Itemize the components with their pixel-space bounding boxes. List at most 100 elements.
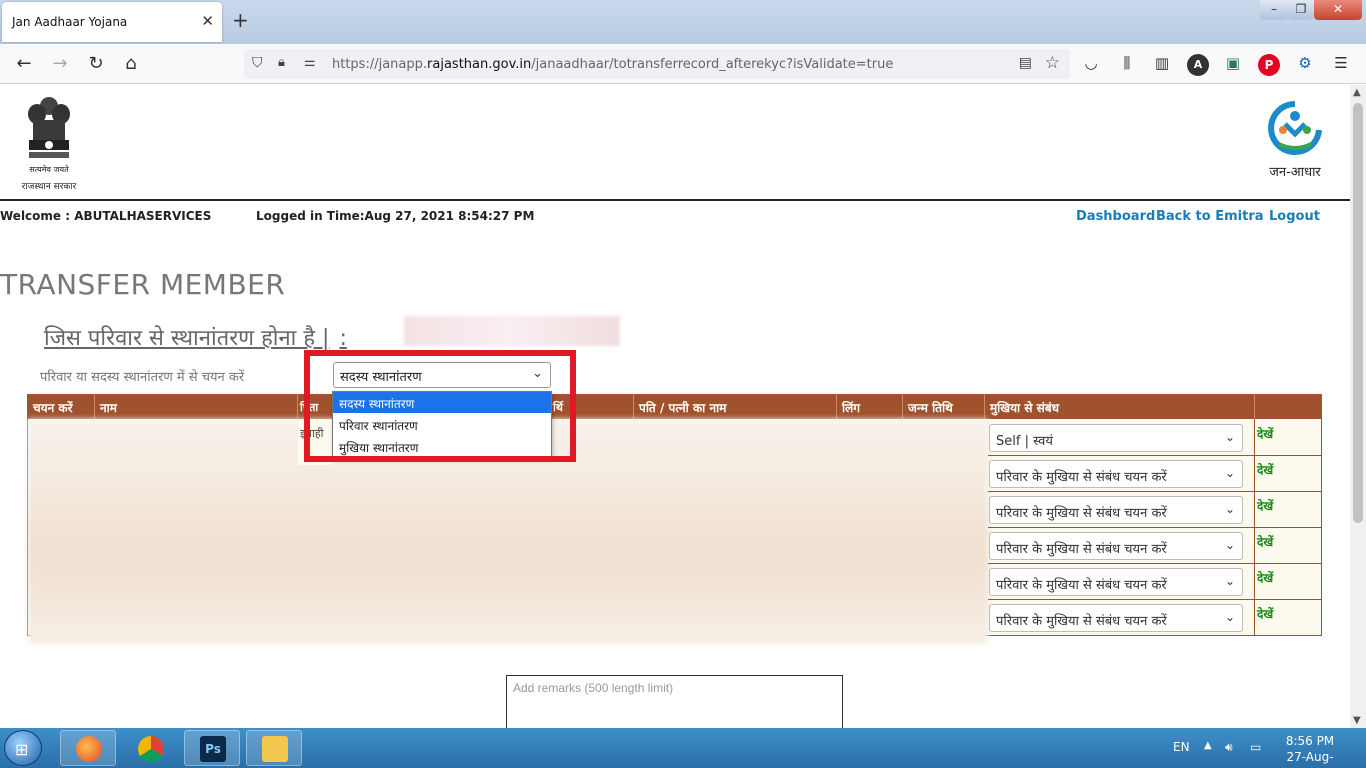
view-link-1[interactable]: देखें: [1257, 425, 1273, 442]
row-divider: [988, 563, 1322, 564]
close-window-icon[interactable]: ✕: [1314, 0, 1362, 20]
relation-select-6[interactable]: परिवार के मुखिया से संबंध चयन करें ⌄: [989, 604, 1243, 632]
browser-tab[interactable]: Jan Aadhaar Yojana ✕: [2, 2, 222, 42]
shield-icon[interactable]: ⛉: [252, 55, 263, 71]
col-spouse-name: पति / पत्नी का नाम: [639, 401, 727, 415]
view-link-6[interactable]: देखें: [1257, 605, 1273, 622]
clock-time: 8:56 PM: [1285, 734, 1335, 748]
view-link-3[interactable]: देखें: [1257, 497, 1273, 514]
account-icon[interactable]: A: [1187, 54, 1209, 76]
taskbar-file-explorer[interactable]: [246, 730, 302, 766]
view-link-5[interactable]: देखें: [1257, 569, 1273, 586]
volume-icon[interactable]: 🔊︎: [1225, 740, 1233, 755]
header-divider: [1254, 394, 1255, 419]
maximize-window-icon[interactable]: ❐: [1288, 0, 1314, 20]
reload-icon[interactable]: ↻: [84, 53, 108, 74]
pinterest-icon[interactable]: P: [1258, 54, 1280, 76]
reader-view-icon[interactable]: ▤: [1019, 55, 1032, 71]
header-divider: [984, 394, 985, 419]
page-scrollbar[interactable]: ▲ ▼: [1350, 85, 1366, 728]
clock-date: 27-Aug-21: [1286, 750, 1334, 768]
forward-icon[interactable]: →: [48, 53, 72, 74]
state-emblem: सत्यमेव जयते राजस्थान सरकार: [14, 92, 84, 197]
firefox-icon: [76, 736, 102, 762]
emblem-motto: सत्यमेव जयते: [29, 165, 69, 174]
close-tab-icon[interactable]: ✕: [201, 12, 214, 30]
permissions-icon[interactable]: ⚌: [304, 55, 316, 70]
row-divider: [988, 527, 1322, 528]
extension-2-icon[interactable]: ⚙: [1294, 54, 1316, 76]
jan-aadhaar-logo: जन-आधार: [1262, 100, 1328, 180]
network-icon[interactable]: ▭: [1250, 740, 1261, 754]
view-link-2[interactable]: देखें: [1257, 461, 1273, 478]
minimize-window-icon[interactable]: –: [1260, 0, 1288, 20]
header-divider: [633, 394, 634, 419]
menu-icon[interactable]: ☰: [1330, 54, 1352, 76]
scroll-up-icon[interactable]: ▲: [1353, 87, 1361, 98]
taskbar-clock[interactable]: 8:56 PM 27-Aug-21: [1280, 733, 1340, 768]
col-select: चयन करें: [33, 401, 73, 415]
language-indicator[interactable]: EN: [1173, 740, 1190, 754]
taskbar-chrome[interactable]: [122, 730, 178, 766]
emblem-government: राजस्थान सरकार: [21, 182, 77, 192]
col-gender: लिंग: [842, 401, 861, 415]
header-divider: [94, 394, 95, 419]
members-table-header: चयन करें नाम पति / पत्नी का नाम लिंग जन्…: [27, 394, 1322, 419]
chrome-icon: [138, 736, 164, 762]
address-bar[interactable]: ⛉ 🔒︎ ⚌ https://janapp.rajasthan.gov.in/j…: [244, 49, 1070, 79]
back-icon[interactable]: ←: [12, 53, 36, 74]
sidebar-icon[interactable]: ▥: [1151, 54, 1173, 76]
welcome-text: Welcome : ABUTALHASERVICES: [0, 209, 212, 223]
row-divider: [988, 599, 1322, 600]
row-divider: [988, 455, 1322, 456]
remarks-textarea[interactable]: Add remarks (500 length limit): [506, 675, 843, 729]
taskbar-photoshop[interactable]: Ps: [184, 730, 240, 766]
scroll-thumb[interactable]: [1353, 103, 1363, 523]
header-divider: [297, 394, 298, 419]
row-divider: [988, 491, 1322, 492]
chevron-down-icon: ⌄: [1224, 466, 1235, 480]
tray-expand-icon[interactable]: ▲: [1204, 740, 1212, 751]
folder-icon: [262, 736, 288, 762]
family-heading: जिस परिवार से स्थानांतरण होना है |:: [44, 326, 347, 351]
browser-navbar: ← → ↻ ⌂ ⛉ 🔒︎ ⚌ https://janapp.rajasthan.…: [0, 44, 1366, 84]
header-divider: [836, 394, 837, 419]
taskbar-firefox[interactable]: [60, 730, 116, 766]
chevron-down-icon: ⌄: [1224, 502, 1235, 516]
jan-aadhaar-logo-icon: [1268, 101, 1322, 155]
relation-select-2[interactable]: परिवार के मुखिया से संबंध चयन करें ⌄: [989, 460, 1243, 488]
relation-select-3[interactable]: परिवार के मुखिया से संबंध चयन करें ⌄: [989, 496, 1243, 524]
photoshop-icon: Ps: [200, 736, 226, 762]
transfer-type-label: परिवार या सदस्य स्थानांतरण में से चयन कर…: [40, 370, 245, 385]
browser-tabbar: Jan Aadhaar Yojana ✕ + – ❐ ✕: [0, 0, 1366, 44]
library-icon[interactable]: ⫼: [1116, 54, 1138, 76]
pocket-icon[interactable]: ◡: [1080, 54, 1102, 76]
header-divider: [0, 199, 1350, 201]
relation-select-1[interactable]: Self | स्वयं ⌄: [989, 424, 1243, 452]
windows-taskbar: ⊞ Ps: [0, 728, 1366, 768]
col-dob: जन्म तिथि: [908, 401, 953, 415]
windows-logo-icon: ⊞: [15, 740, 29, 759]
header-divider: [902, 394, 903, 419]
start-button[interactable]: ⊞: [4, 730, 42, 766]
page-title: TRANSFER MEMBER: [0, 268, 286, 301]
logo-text: जन-आधार: [1269, 165, 1321, 180]
back-to-emitra-link[interactable]: Back to Emitra: [1156, 209, 1264, 224]
home-icon[interactable]: ⌂: [119, 53, 143, 74]
chevron-down-icon: ⌄: [1224, 538, 1235, 552]
view-link-4[interactable]: देखें: [1257, 533, 1273, 550]
chevron-down-icon: ⌄: [1224, 610, 1235, 624]
relation-select-4[interactable]: परिवार के मुखिया से संबंध चयन करें ⌄: [989, 532, 1243, 560]
chevron-down-icon: ⌄: [1224, 430, 1235, 444]
url-text[interactable]: https://janapp.rajasthan.gov.in/janaadha…: [332, 57, 893, 72]
logout-link[interactable]: Logout: [1269, 209, 1320, 224]
scroll-down-icon[interactable]: ▼: [1353, 715, 1361, 726]
extension-icon[interactable]: ▣: [1222, 54, 1244, 76]
lock-icon[interactable]: 🔒︎: [278, 55, 285, 70]
blurred-family-id: [404, 316, 620, 346]
bookmark-star-icon[interactable]: ☆: [1045, 53, 1060, 73]
relation-select-5[interactable]: परिवार के मुखिया से संबंध चयन करें ⌄: [989, 568, 1243, 596]
tab-title: Jan Aadhaar Yojana: [12, 15, 128, 29]
dashboard-link[interactable]: Dashboard: [1076, 209, 1155, 224]
new-tab-icon[interactable]: +: [232, 8, 249, 32]
